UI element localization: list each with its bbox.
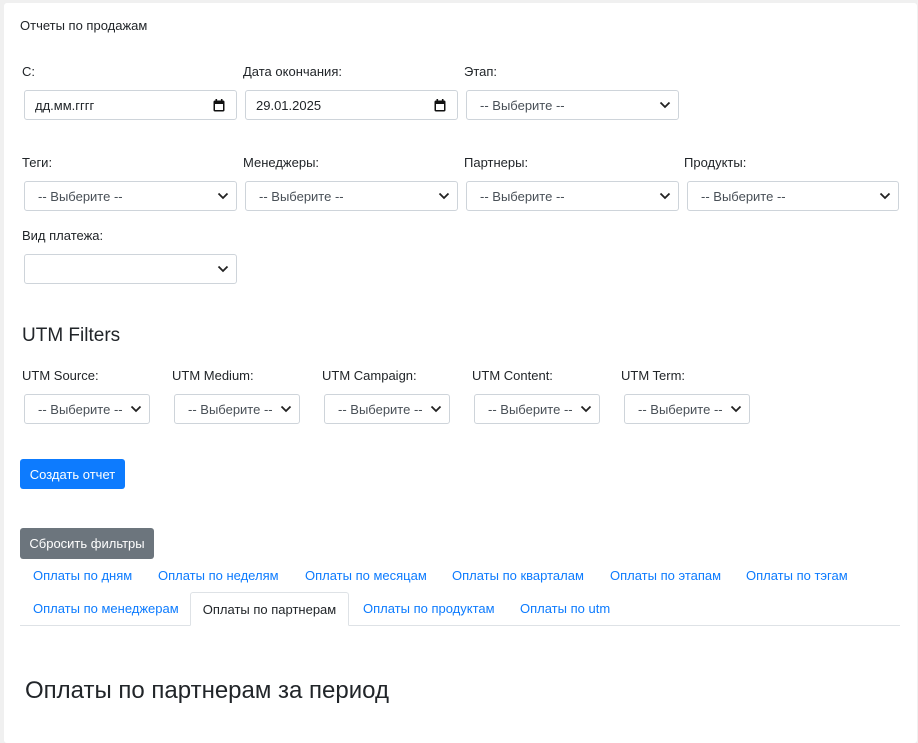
end-date-value: 29.01.2025 [256,97,322,113]
end-date-label: Дата окончания: [243,64,342,79]
tags-label: Теги: [22,155,53,170]
utm-term-select[interactable]: -- Выберите -- [624,394,750,424]
calendar-icon[interactable] [434,99,446,112]
tabs-divider [20,625,900,626]
utm-term-label: UTM Term: [621,368,686,383]
managers-label: Менеджеры: [243,155,320,170]
utm-content-select[interactable]: -- Выберите -- [474,394,600,424]
tags-select-value: -- Выберите -- [38,188,123,204]
utm-medium-select-value: -- Выберите -- [188,401,273,417]
stage-select[interactable]: -- Выберите -- [466,90,679,120]
tab-payments-by-utm[interactable]: Оплаты по utm [520,601,610,616]
utm-filters-title: UTM Filters [22,325,121,346]
section-heading: Оплаты по партнерам за период [25,677,389,704]
stage-label: Этап: [464,64,498,79]
chevron-down-icon [217,265,229,273]
payment-type-select[interactable] [24,254,237,284]
tab-payments-by-product[interactable]: Оплаты по продуктам [363,601,495,616]
partners-select-value: -- Выберите -- [480,188,565,204]
utm-medium-label: UTM Medium: [172,368,254,383]
calendar-icon[interactable] [213,99,225,112]
products-select-value: -- Выберите -- [701,188,786,204]
chevron-down-icon [280,405,292,413]
utm-content-select-value: -- Выберите -- [488,401,573,417]
tab-payments-by-month[interactable]: Оплаты по месяцам [305,568,427,583]
products-select[interactable]: -- Выберите -- [687,181,899,211]
page-title: Отчеты по продажам [20,18,148,33]
end-date-input[interactable]: 29.01.2025 [245,90,458,120]
chevron-down-icon [130,405,142,413]
chevron-down-icon [659,192,671,200]
utm-source-label: UTM Source: [22,368,99,383]
from-date-placeholder: дд.мм.гггг [35,97,95,113]
payment-type-label: Вид платежа: [22,228,104,243]
reset-filters-button[interactable]: Сбросить фильтры [20,528,154,559]
utm-source-select[interactable]: -- Выберите -- [24,394,150,424]
from-date-label: С: [22,64,35,79]
chevron-down-icon [730,405,742,413]
tab-payments-by-week[interactable]: Оплаты по неделям [158,568,279,583]
report-card: Отчеты по продажам С: дд.мм.гггг Дата ок… [4,3,917,743]
tab-payments-by-quarter[interactable]: Оплаты по кварталам [452,568,584,583]
products-label: Продукты: [684,155,747,170]
tab-payments-by-tag[interactable]: Оплаты по тэгам [746,568,848,583]
chevron-down-icon [580,405,592,413]
utm-campaign-select[interactable]: -- Выберите -- [324,394,450,424]
chevron-down-icon [438,192,450,200]
utm-source-select-value: -- Выберите -- [38,401,123,417]
tab-payments-by-manager[interactable]: Оплаты по менеджерам [33,601,179,616]
managers-select-value: -- Выберите -- [259,188,344,204]
utm-medium-select[interactable]: -- Выберите -- [174,394,300,424]
from-date-input[interactable]: дд.мм.гггг [24,90,237,120]
tab-payments-by-stage[interactable]: Оплаты по этапам [610,568,721,583]
tab-payments-by-partner[interactable]: Оплаты по партнерам [190,592,349,626]
stage-select-value: -- Выберите -- [480,97,565,113]
chevron-down-icon [659,101,671,109]
chevron-down-icon [430,405,442,413]
managers-select[interactable]: -- Выберите -- [245,181,458,211]
utm-content-label: UTM Content: [472,368,553,383]
tags-select[interactable]: -- Выберите -- [24,181,237,211]
utm-campaign-select-value: -- Выберите -- [338,401,423,417]
chevron-down-icon [879,192,891,200]
partners-label: Партнеры: [464,155,529,170]
chevron-down-icon [217,192,229,200]
create-report-button[interactable]: Создать отчет [20,459,125,489]
utm-campaign-label: UTM Campaign: [322,368,417,383]
partners-select[interactable]: -- Выберите -- [466,181,679,211]
utm-term-select-value: -- Выберите -- [638,401,723,417]
tab-payments-by-day[interactable]: Оплаты по дням [33,568,132,583]
